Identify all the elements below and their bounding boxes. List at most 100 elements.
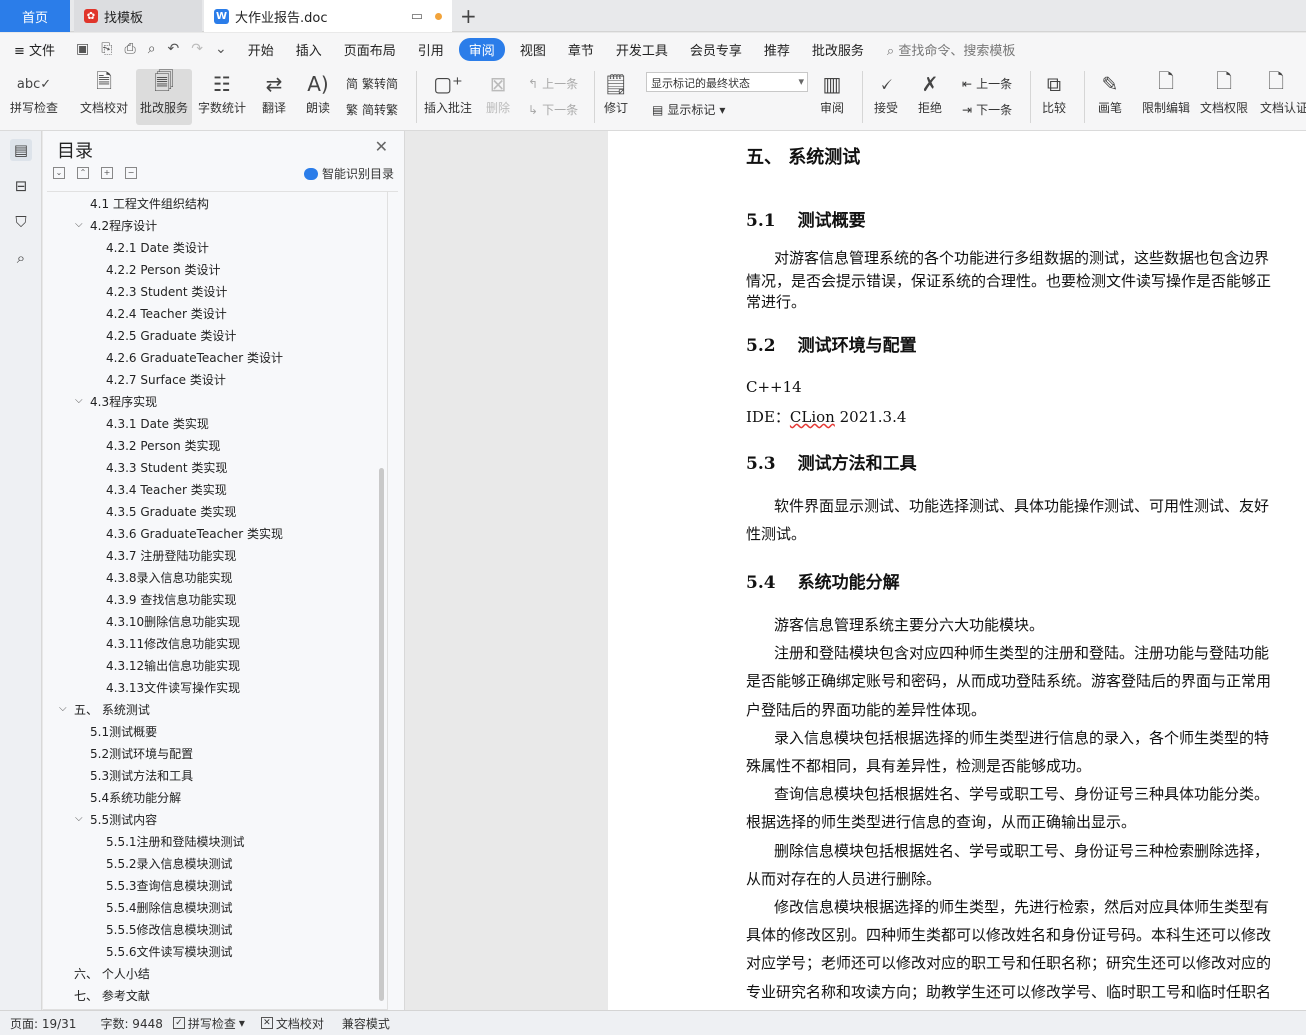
next-comment-button[interactable]: ↳ 下一条: [528, 101, 578, 118]
toc-item[interactable]: 4.3.11修改信息功能实现: [106, 635, 240, 652]
print-preview-icon[interactable]: ⌕: [148, 41, 156, 57]
menu-home[interactable]: 开始: [237, 40, 285, 59]
toc-item[interactable]: 4.2.6 GraduateTeacher 类设计: [106, 349, 283, 366]
next-change-button[interactable]: ⇥ 下一条: [962, 101, 1012, 118]
menu-review[interactable]: 审阅: [458, 37, 505, 61]
menu-insert[interactable]: 插入: [285, 40, 333, 59]
prev-change-button[interactable]: ⇤ 上一条: [962, 75, 1012, 92]
toc-item[interactable]: 5.5.4删除信息模块测试: [106, 899, 233, 916]
toc-item[interactable]: 4.3.9 查找信息功能实现: [106, 591, 236, 608]
add-level-icon[interactable]: +: [101, 167, 113, 179]
toc-item[interactable]: 4.2.1 Date 类设计: [106, 239, 209, 256]
save-icon[interactable]: ▣: [76, 41, 89, 57]
toc-item[interactable]: 5.5.2录入信息模块测试: [106, 855, 233, 872]
review-pane-button[interactable]: ▥ 审阅: [816, 69, 848, 116]
search-nav-icon[interactable]: ⌕: [10, 247, 32, 269]
toc-item[interactable]: 5.2测试环境与配置: [90, 745, 193, 762]
bookmark-icon[interactable]: ⛉: [10, 211, 32, 233]
menu-dev-tools[interactable]: 开发工具: [605, 40, 679, 59]
chevron-down-icon[interactable]: ⌵: [59, 703, 67, 714]
toc-item[interactable]: 4.3.3 Student 类实现: [106, 459, 227, 476]
chapter-nav-icon[interactable]: ⊟: [10, 175, 32, 197]
screen-icon[interactable]: ▭: [411, 9, 423, 24]
word-count-indicator[interactable]: 字数: 9448: [100, 1015, 162, 1032]
toc-item[interactable]: 5.5.5修改信息模块测试: [106, 921, 233, 938]
compare-button[interactable]: ⧉ 比较: [1038, 69, 1070, 116]
toc-item[interactable]: 4.3.8录入信息功能实现: [106, 569, 233, 586]
show-markup-button[interactable]: ▤ 显示标记 ▾: [652, 101, 725, 118]
more-chevron-icon[interactable]: ⌄: [215, 41, 227, 57]
document-page[interactable]: 五、 系统测试 5.1 测试概要 对游客信息管理系统的各个功能进行多组数据的测试，…: [608, 131, 1306, 1010]
toc-item[interactable]: 5.3测试方法和工具: [90, 767, 193, 784]
track-changes-button[interactable]: 🗒 修订: [600, 69, 632, 116]
toc-item[interactable]: 4.3.10删除信息功能实现: [106, 613, 240, 630]
delete-comment-button[interactable]: ⊠ 删除: [482, 69, 514, 116]
menu-chapter[interactable]: 章节: [557, 40, 605, 59]
toc-scrollbar[interactable]: [379, 468, 384, 1001]
toc-item[interactable]: 4.3.6 GraduateTeacher 类实现: [106, 525, 283, 542]
toc-item[interactable]: 4.2.2 Person 类设计: [106, 261, 221, 278]
expand-up-icon[interactable]: ⌃: [77, 167, 89, 179]
page-indicator[interactable]: 页面: 19/31: [10, 1015, 76, 1032]
menu-review-service[interactable]: 批改服务: [801, 40, 875, 59]
restrict-edit-button[interactable]: 🗋 限制编辑: [1142, 69, 1190, 116]
trad-to-simp-button[interactable]: 简繁转简: [346, 75, 398, 92]
command-search[interactable]: ⌕ 查找命令、搜索模板: [887, 40, 1015, 59]
redo-icon[interactable]: ↷: [191, 41, 203, 57]
toc-nav-icon[interactable]: ▤: [10, 139, 32, 161]
new-tab-button[interactable]: +: [460, 4, 477, 28]
toc-item[interactable]: 4.3.4 Teacher 类实现: [106, 481, 227, 498]
toc-item[interactable]: 4.3.1 Date 类实现: [106, 415, 209, 432]
chevron-down-icon[interactable]: ⌵: [75, 395, 83, 406]
word-count-button[interactable]: ☷ 字数统计: [198, 69, 246, 116]
toc-item[interactable]: 4.3程序实现: [90, 393, 157, 410]
toc-item[interactable]: 4.2.7 Surface 类设计: [106, 371, 226, 388]
collapse-all-icon[interactable]: ⌄: [53, 167, 65, 179]
status-spell-check[interactable]: ✓ 拼写检查 ▾: [172, 1015, 245, 1032]
menu-view[interactable]: 视图: [509, 40, 557, 59]
markup-state-select[interactable]: 显示标记的最终状态: [646, 72, 808, 92]
toc-item[interactable]: 4.2.5 Graduate 类设计: [106, 327, 236, 344]
toc-item[interactable]: 4.3.2 Person 类实现: [106, 437, 221, 454]
toc-item[interactable]: 4.2.3 Student 类设计: [106, 283, 227, 300]
toc-item[interactable]: 4.1 工程文件组织结构: [90, 195, 209, 212]
translate-button[interactable]: ⇄ 翻译: [258, 69, 290, 116]
file-menu[interactable]: ≡ 文件: [0, 40, 66, 59]
toc-item[interactable]: 5.5.6文件读写模块测试: [106, 943, 233, 960]
tab-home[interactable]: 首页: [0, 0, 70, 32]
review-service-button[interactable]: 🗐 批改服务: [136, 69, 192, 125]
tab-template[interactable]: ✿ 找模板: [74, 0, 202, 32]
close-icon[interactable]: ✕: [375, 137, 388, 156]
toc-item[interactable]: 5.5.3查询信息模块测试: [106, 877, 233, 894]
doc-cert-button[interactable]: 🗋 文档认证: [1260, 69, 1306, 116]
toc-item[interactable]: 5.5.1注册和登陆模块测试: [106, 833, 245, 850]
read-aloud-button[interactable]: A) 朗读: [302, 69, 334, 116]
insert-comment-button[interactable]: ▢⁺ 插入批注: [424, 69, 472, 116]
remove-level-icon[interactable]: −: [125, 167, 137, 179]
tab-document[interactable]: W 大作业报告.doc ▭: [204, 0, 452, 32]
menu-page-layout[interactable]: 页面布局: [333, 40, 407, 59]
toc-item[interactable]: 六、 个人小结: [74, 965, 150, 982]
doc-rights-button[interactable]: 🗋 文档权限: [1200, 69, 1248, 116]
doc-check-button[interactable]: 🗎 文档校对: [80, 69, 128, 116]
toc-item[interactable]: 4.3.7 注册登陆功能实现: [106, 547, 236, 564]
pen-button[interactable]: ✎ 画笔: [1094, 69, 1126, 116]
chevron-down-icon[interactable]: ⌵: [75, 219, 83, 230]
toc-item[interactable]: 七、 参考文献: [74, 987, 150, 1004]
toc-item[interactable]: 4.3.13文件读写操作实现: [106, 679, 240, 696]
toc-item[interactable]: 4.2.4 Teacher 类设计: [106, 305, 227, 322]
prev-comment-button[interactable]: ↰ 上一条: [528, 75, 578, 92]
export-pdf-icon[interactable]: ⎘: [101, 41, 112, 57]
status-doc-check[interactable]: ✕ 文档校对: [260, 1015, 324, 1032]
toc-item[interactable]: 五、 系统测试: [74, 701, 150, 718]
menu-recommend[interactable]: 推荐: [753, 40, 801, 59]
chevron-down-icon[interactable]: ⌵: [75, 813, 83, 824]
simp-to-trad-button[interactable]: 繁简转繁: [346, 101, 398, 118]
reject-button[interactable]: ✗ 拒绝: [914, 69, 946, 116]
menu-member[interactable]: 会员专享: [679, 40, 753, 59]
toc-item[interactable]: 5.5测试内容: [90, 811, 157, 828]
toc-item[interactable]: 4.2程序设计: [90, 217, 157, 234]
smart-toc-button[interactable]: 智能识别目录: [303, 165, 394, 182]
print-icon[interactable]: ⎙: [124, 41, 135, 57]
toc-item[interactable]: 5.1测试概要: [90, 723, 157, 740]
